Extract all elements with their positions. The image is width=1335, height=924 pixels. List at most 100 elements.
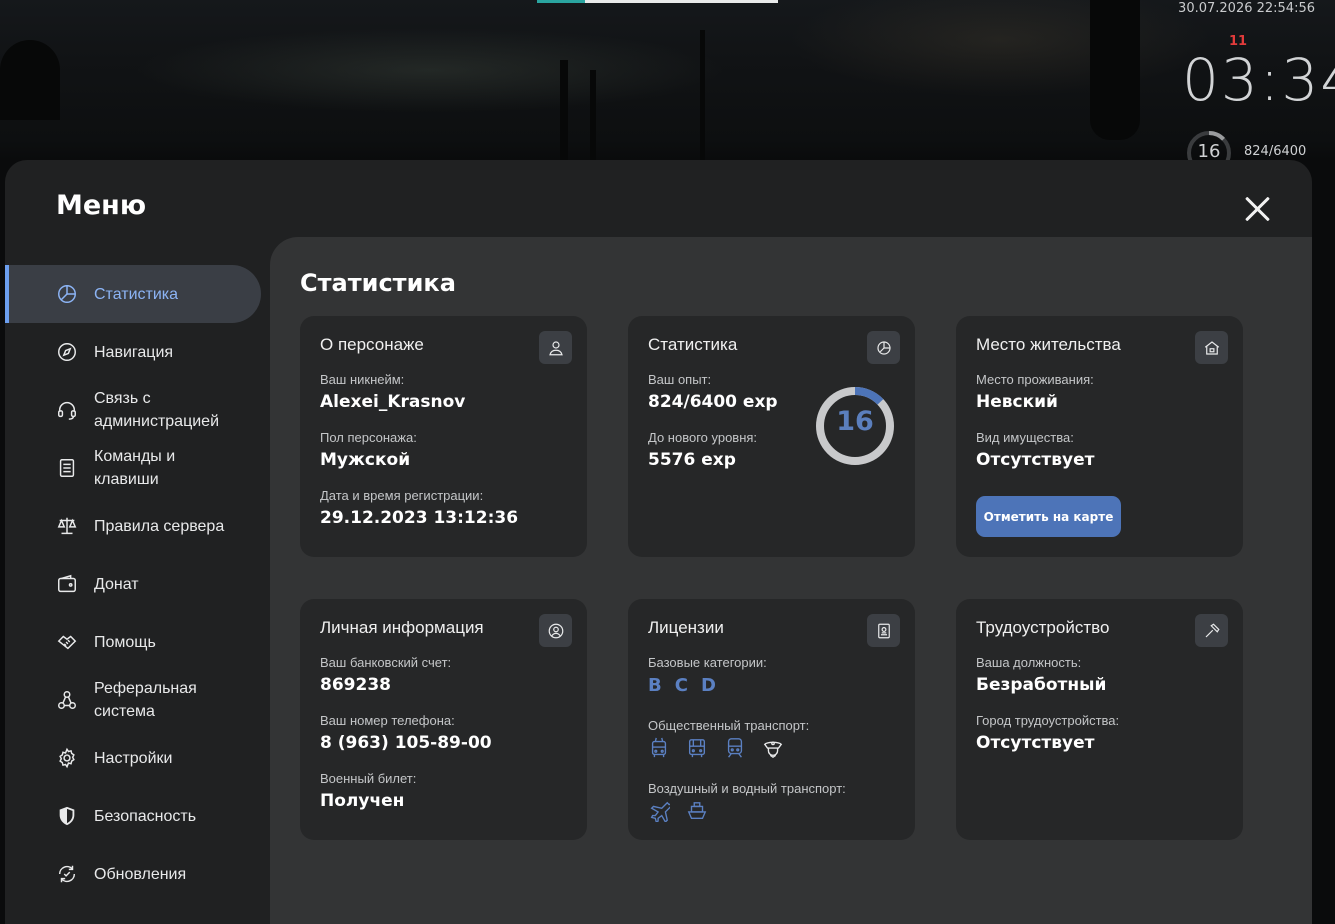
sidebar-item-label: Навигация [94,343,174,361]
license-categories: B C D [648,675,716,696]
sidebar-item-referral[interactable]: Реферальная система [5,671,261,729]
ship-icon [686,800,708,826]
air-water-transport-icons [648,800,708,826]
license-category: C [674,675,688,696]
license-category: B [648,675,662,696]
air-water-transport-label: Воздушный и водный транспорт: [648,781,846,796]
sidebar-item-label: Связь с администрацией [94,390,220,430]
compass-icon [55,340,79,364]
sidebar-item-label: Обновления [94,865,187,883]
position-value: Безработный [976,675,1107,695]
handshake-icon [55,630,79,654]
licenses-card: Лицензии Базовые категории: B C D Общест… [628,599,915,840]
registration-value: 29.12.2023 13:12:36 [320,508,519,528]
page-title: Статистика [300,269,456,297]
nickname-label: Ваш никнейм: [320,372,405,387]
network-icon [55,688,79,712]
content-area: Статистика О персонаже Ваш никнейм: Alex… [270,237,1312,924]
mark-on-map-button[interactable]: Отметить на карте [976,496,1121,537]
sidebar-item-label: Правила сервера [94,517,225,535]
sidebar-item-navigation[interactable]: Навигация [5,323,261,381]
card-title: Трудоустройство [976,618,1110,637]
top-progress-bar [537,0,585,3]
gender-value: Мужской [320,450,411,470]
hud-level: 16 [1197,141,1221,162]
bank-label: Ваш банковский счет: [320,655,452,670]
card-title: О персонаже [320,335,424,354]
hud-datetime: 30.07.2026 22:54:56 [1178,1,1315,16]
top-progress-track [585,0,778,3]
sidebar-item-settings[interactable]: Настройки [5,729,261,787]
place-label: Место проживания: [976,372,1094,387]
character-card: О персонаже Ваш никнейм: Alexei_Krasnov … [300,316,587,557]
card-title: Личная информация [320,618,484,637]
sidebar-item-label: Статистика [94,285,179,303]
close-icon[interactable] [1243,194,1273,224]
sidebar-item-label: Реферальная система [94,680,197,720]
user-circle-icon [539,614,572,647]
sidebar-item-help[interactable]: Помощь [5,613,261,671]
hud-clock: 03:34 [1182,46,1335,114]
registration-label: Дата и время регистрации: [320,488,484,503]
sidebar-item-security[interactable]: Безопасность [5,787,261,845]
pie-chart-icon [867,331,900,364]
property-label: Вид имущества: [976,430,1074,445]
user-icon [539,331,572,364]
gear-icon [55,746,79,770]
work-city-label: Город трудоустройства: [976,713,1120,728]
gender-label: Пол персонажа: [320,430,417,445]
train-icon [724,737,746,763]
personal-info-card: Личная информация Ваш банковский счет: 8… [300,599,587,840]
residence-card: Место жительства Место проживания: Невск… [956,316,1243,557]
card-title: Место жительства [976,335,1121,354]
hammer-icon [1195,614,1228,647]
refresh-icon [55,862,79,886]
scales-icon [55,514,79,538]
pie-chart-icon [55,282,79,306]
sidebar-item-label: Донат [94,575,139,593]
headset-icon [55,398,79,422]
sidebar-item-label: Команды и клавиши [94,448,176,488]
next-level-label: До нового уровня: [648,430,758,445]
card-title: Лицензии [648,618,724,637]
shield-icon [55,804,79,828]
phone-label: Ваш номер телефона: [320,713,455,728]
phone-value: 8 (963) 105-89-00 [320,733,492,753]
property-value: Отсутствует [976,450,1095,470]
document-icon [55,456,79,480]
public-transport-label: Общественный транспорт: [648,718,810,733]
stats-card: Статистика Ваш опыт: 824/6400 exp До нов… [628,316,915,557]
work-city-value: Отсутствует [976,733,1095,753]
sidebar-item-label: Безопасность [94,807,197,825]
trolleybus-icon [648,737,670,763]
id-card-icon [867,614,900,647]
exp-value: 824/6400 exp [648,392,778,412]
menu-panel: Меню Статистика Навигация Связь с админи… [5,160,1312,924]
sidebar-item-label: Помощь [94,633,156,651]
hud-exp: 824/6400 [1244,144,1307,159]
base-categories-label: Базовые категории: [648,655,767,670]
license-category: D [700,675,716,696]
menu-title: Меню [56,190,147,221]
military-label: Военный билет: [320,771,417,786]
place-value: Невский [976,392,1058,412]
exp-label: Ваш опыт: [648,372,712,387]
sidebar-item-label: Настройки [94,749,173,767]
sidebar-item-admin-contact[interactable]: Связь с администрацией [5,381,261,439]
wallet-icon [55,572,79,596]
nickname-value: Alexei_Krasnov [320,392,466,412]
card-title: Статистика [648,335,738,354]
sidebar-item-donate[interactable]: Донат [5,555,261,613]
next-level-value: 5576 exp [648,450,736,470]
house-icon [1195,331,1228,364]
employment-card: Трудоустройство Ваша должность: Безработ… [956,599,1243,840]
bus-icon [686,737,708,763]
sidebar-item-commands[interactable]: Команды и клавиши [5,439,261,497]
plane-icon [648,800,673,826]
sidebar-item-rules[interactable]: Правила сервера [5,497,261,555]
position-label: Ваша должность: [976,655,1082,670]
military-value: Получен [320,791,405,811]
sidebar-item-updates[interactable]: Обновления [5,845,261,903]
sidebar-item-statistics[interactable]: Статистика [5,265,261,323]
bank-value: 869238 [320,675,391,695]
